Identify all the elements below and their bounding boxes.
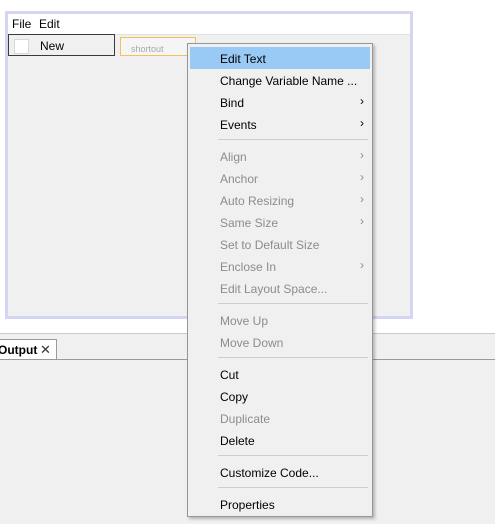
- menu-item-customize-code[interactable]: Customize Code...: [190, 461, 370, 483]
- menu-separator: [218, 139, 368, 140]
- menu-item-edit-text[interactable]: Edit Text: [190, 47, 370, 69]
- tab-output[interactable]: Output ✕: [0, 339, 57, 360]
- menu-separator: [218, 303, 368, 304]
- menu-item-new[interactable]: New: [8, 34, 115, 56]
- form-menubar: File Edit: [8, 14, 410, 35]
- menu-item-events[interactable]: Events ›: [190, 113, 370, 135]
- menu-file[interactable]: File: [12, 17, 31, 31]
- close-icon[interactable]: ✕: [40, 342, 51, 358]
- shortcut-field[interactable]: shortout: [120, 37, 196, 56]
- menu-item-label: Change Variable Name ...: [220, 74, 358, 88]
- menu-item-move-up[interactable]: Move Up: [190, 309, 370, 331]
- menu-item-label: Delete: [220, 434, 255, 448]
- menu-item-label: Cut: [220, 368, 239, 382]
- menu-item-set-default-size[interactable]: Set to Default Size: [190, 233, 370, 255]
- menu-item-properties[interactable]: Properties: [190, 493, 370, 515]
- menu-item-label: Properties: [220, 498, 275, 512]
- menu-item-edit-layout-space[interactable]: Edit Layout Space...: [190, 277, 370, 299]
- chevron-right-icon: ›: [360, 94, 364, 108]
- shortcut-placeholder: shortout: [131, 44, 164, 54]
- menu-item-label: Customize Code...: [220, 466, 319, 480]
- chevron-right-icon: ›: [360, 170, 364, 184]
- menu-item-auto-resizing[interactable]: Auto Resizing ›: [190, 189, 370, 211]
- chevron-right-icon: ›: [360, 148, 364, 162]
- menu-edit[interactable]: Edit: [39, 17, 60, 31]
- menu-item-enclose-in[interactable]: Enclose In ›: [190, 255, 370, 277]
- menu-item-label: Move Up: [220, 314, 269, 328]
- menu-item-label: Copy: [220, 390, 249, 404]
- menu-item-label: Auto Resizing: [220, 194, 295, 208]
- menu-item-label: Enclose In: [220, 260, 277, 274]
- menu-item-change-variable-name[interactable]: Change Variable Name ...: [190, 69, 370, 91]
- chevron-right-icon: ›: [360, 258, 364, 272]
- chevron-right-icon: ›: [360, 214, 364, 228]
- menu-item-anchor[interactable]: Anchor ›: [190, 167, 370, 189]
- menu-item-duplicate[interactable]: Duplicate: [190, 407, 370, 429]
- chevron-right-icon: ›: [360, 192, 364, 206]
- menu-item-label: Anchor: [220, 172, 259, 186]
- menu-item-label: Set to Default Size: [220, 238, 320, 252]
- menu-item-label: Align: [220, 150, 247, 164]
- menu-item-label: Edit Text: [220, 52, 266, 66]
- chevron-right-icon: ›: [360, 116, 364, 130]
- menu-item-copy[interactable]: Copy: [190, 385, 370, 407]
- menu-item-label: Move Down: [220, 336, 284, 350]
- tab-output-label: Output: [0, 343, 38, 357]
- menu-item-delete[interactable]: Delete: [190, 429, 370, 451]
- menu-item-same-size[interactable]: Same Size ›: [190, 211, 370, 233]
- menu-separator: [218, 357, 368, 358]
- stage: File Edit New shortout Output ✕ Edit Tex…: [0, 0, 495, 524]
- menu-item-cut[interactable]: Cut: [190, 363, 370, 385]
- menu-separator: [218, 455, 368, 456]
- menu-item-label: Duplicate: [220, 412, 271, 426]
- menu-separator: [218, 487, 368, 488]
- menu-item-align[interactable]: Align ›: [190, 145, 370, 167]
- menu-item-bind[interactable]: Bind ›: [190, 91, 370, 113]
- menu-item-label: Bind: [220, 96, 245, 110]
- checkbox-icon: [14, 39, 29, 54]
- menu-item-move-down[interactable]: Move Down: [190, 331, 370, 353]
- menu-item-new-label: New: [40, 39, 65, 53]
- menu-item-label: Same Size: [220, 216, 279, 230]
- menu-item-label: Edit Layout Space...: [220, 282, 328, 296]
- menu-item-label: Events: [220, 118, 257, 132]
- context-menu: Edit Text Change Variable Name ... Bind …: [187, 43, 373, 517]
